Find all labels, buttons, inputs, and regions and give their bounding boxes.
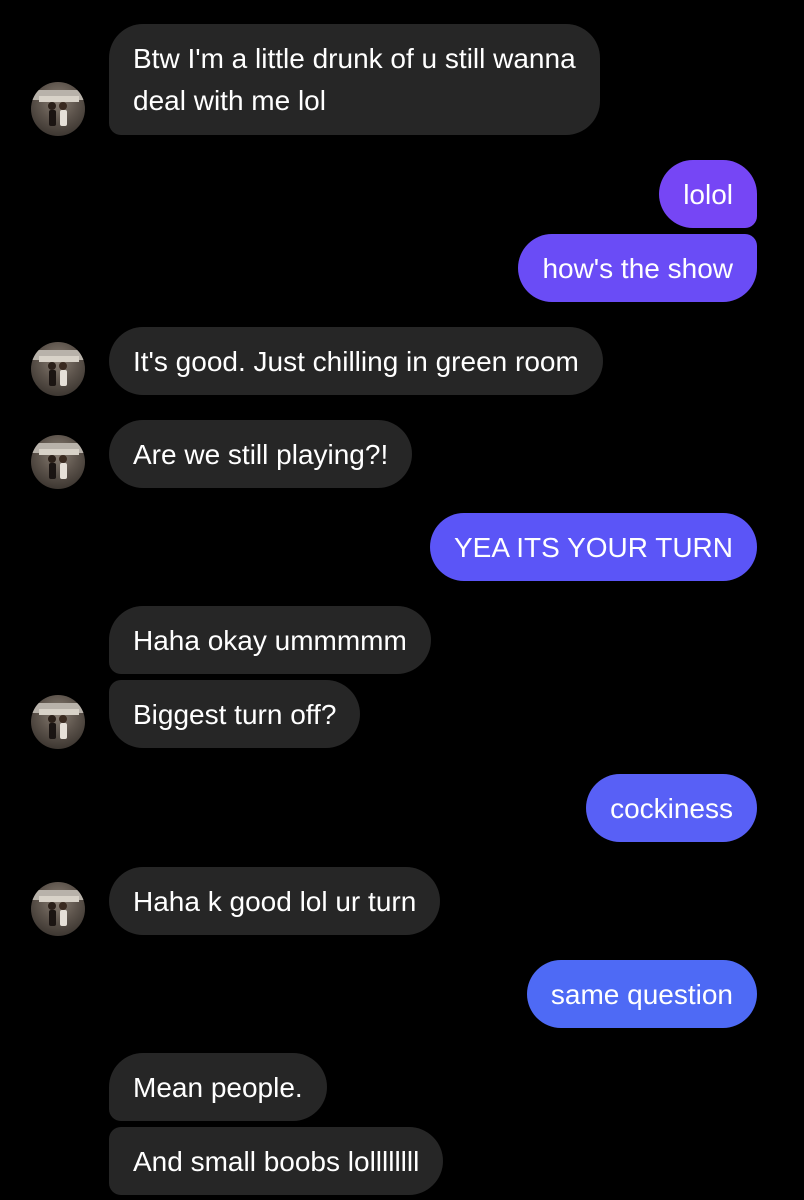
message-text: It's good. Just chilling in green room xyxy=(133,346,579,377)
contact-avatar[interactable] xyxy=(31,82,85,136)
outgoing-message-bubble[interactable]: cockiness xyxy=(586,774,757,842)
incoming-message-bubble[interactable]: It's good. Just chilling in green room xyxy=(109,327,603,395)
message-text: how's the show xyxy=(542,253,733,284)
message-text: And small boobs lollllllll xyxy=(133,1146,420,1177)
contact-avatar[interactable] xyxy=(31,882,85,936)
outgoing-message-bubble[interactable]: lolol xyxy=(659,160,757,228)
message-text: Biggest turn off? xyxy=(133,699,337,730)
message-text: Haha k good lol ur turn xyxy=(133,886,417,917)
contact-avatar[interactable] xyxy=(31,695,85,749)
contact-avatar[interactable] xyxy=(31,342,85,396)
message-text: Mean people. xyxy=(133,1072,303,1103)
avatar-photo-icon xyxy=(31,350,85,386)
incoming-message-bubble[interactable]: Haha okay ummmmm xyxy=(109,606,431,674)
message-text: Haha okay ummmmm xyxy=(133,625,407,656)
message-text: same question xyxy=(550,979,733,1010)
incoming-message-bubble[interactable]: And small boobs lollllllll xyxy=(109,1127,444,1195)
message-text: Are we still playing?! xyxy=(133,439,389,470)
message-text: YEA ITS YOUR TURN xyxy=(453,532,733,563)
message-text-line: deal with me lol xyxy=(133,85,326,116)
avatar-photo-icon xyxy=(31,443,85,479)
incoming-message-bubble[interactable]: Haha k good lol ur turn xyxy=(109,867,441,935)
message-text: lolol xyxy=(683,179,733,210)
avatar-photo-icon xyxy=(31,703,85,739)
outgoing-message-bubble[interactable]: how's the show xyxy=(518,234,757,302)
message-text-line: Btw I'm a little drunk of u still wanna xyxy=(133,43,576,74)
message-text: cockiness xyxy=(610,793,733,824)
avatar-photo-icon xyxy=(31,90,85,126)
incoming-message-bubble[interactable]: Btw I'm a little drunk of u still wanna … xyxy=(109,24,600,135)
contact-avatar[interactable] xyxy=(31,435,85,489)
avatar-photo-icon xyxy=(31,890,85,926)
outgoing-message-bubble[interactable]: YEA ITS YOUR TURN xyxy=(429,513,757,581)
incoming-message-bubble[interactable]: Mean people. xyxy=(109,1053,327,1121)
incoming-message-bubble[interactable]: Biggest turn off? xyxy=(109,680,361,748)
outgoing-message-bubble[interactable]: same question xyxy=(526,960,757,1028)
incoming-message-bubble[interactable]: Are we still playing?! xyxy=(109,420,413,488)
